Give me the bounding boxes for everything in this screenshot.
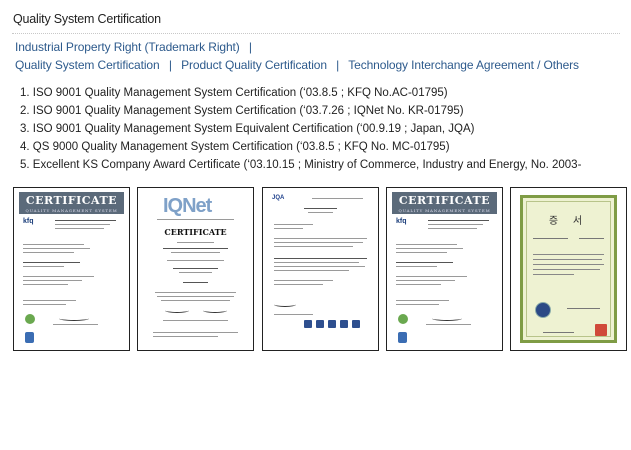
certificate-banner-title: CERTIFICATE	[25, 194, 118, 207]
kfq-logo: kfq	[396, 218, 407, 225]
signature-icon	[274, 302, 296, 307]
kab-seal-icon	[398, 314, 408, 324]
official-stamp-icon	[595, 324, 607, 336]
nav-link-industrial-property[interactable]: Industrial Property Right (Trademark Rig…	[15, 40, 240, 54]
nav-link-technology-interchange[interactable]: Technology Interchange Agreement / Other…	[348, 58, 579, 72]
accreditation-mark-icon	[304, 320, 312, 328]
certificate-image: CERTIFICATE QUALITY MANAGEMENT SYSTEM kf…	[392, 192, 497, 346]
certificate-banner: CERTIFICATE QUALITY MANAGEMENT SYSTEM	[392, 192, 497, 214]
list-item: 5. Excellent KS Company Award Certificat…	[20, 159, 582, 171]
jqa-logo: JQA	[272, 195, 285, 201]
page-title: Quality System Certification	[13, 12, 161, 26]
certificate-banner: CERTIFICATE QUALITY MANAGEMENT SYSTEM	[19, 192, 124, 214]
ks-emblem-icon	[535, 302, 551, 318]
certificate-banner-subtitle: QUALITY MANAGEMENT SYSTEM	[398, 208, 491, 213]
iqnet-certificate-heading: CERTIFICATE	[164, 227, 227, 237]
certificate-thumbnail-iqnet[interactable]: IQNet CERTIFICATE	[137, 187, 254, 351]
certificate-thumbnail-kfq-iso9001[interactable]: CERTIFICATE QUALITY MANAGEMENT SYSTEM kf…	[13, 187, 130, 351]
kab-seal-icon	[25, 314, 35, 324]
certificate-thumbnail-jqa[interactable]: JQA	[262, 187, 379, 351]
kab-mark-icon	[25, 332, 34, 343]
certificate-banner-subtitle: QUALITY MANAGEMENT SYSTEM	[25, 208, 118, 213]
list-item: 2. ISO 9001 Quality Management System Ce…	[20, 105, 464, 117]
certificate-thumbnail-ks-award[interactable]: 증 서	[510, 187, 627, 351]
certificate-banner-title: CERTIFICATE	[398, 194, 491, 207]
nav-link-quality-system[interactable]: Quality System Certification	[15, 58, 160, 72]
kfq-logo: kfq	[23, 218, 34, 225]
signature-icon	[203, 308, 227, 313]
accreditation-mark-icon	[328, 320, 336, 328]
nav-row-1: Industrial Property Right (Trademark Rig…	[15, 40, 258, 54]
certificate-image: IQNet CERTIFICATE	[143, 192, 248, 346]
certificate-image: CERTIFICATE QUALITY MANAGEMENT SYSTEM kf…	[19, 192, 124, 346]
nav-separator: |	[248, 40, 252, 54]
nav-row-2: Quality System Certification | Product Q…	[15, 58, 579, 72]
certificate-thumbnail-kfq-qs9000[interactable]: CERTIFICATE QUALITY MANAGEMENT SYSTEM kf…	[386, 187, 503, 351]
signature-icon	[165, 308, 189, 313]
list-item: 4. QS 9000 Quality Management System Cer…	[20, 141, 450, 153]
accreditation-mark-icon	[340, 320, 348, 328]
certificate-heading: 증 서	[548, 216, 589, 227]
nav-separator: |	[336, 58, 340, 72]
certification-list: 1. ISO 9001 Quality Management System Ce…	[20, 84, 626, 174]
title-divider	[12, 33, 620, 34]
nav-separator: |	[168, 58, 172, 72]
certificate-image: 증 서	[520, 195, 617, 343]
accreditation-mark-icon	[352, 320, 360, 328]
iqnet-logo: IQNet	[163, 195, 212, 217]
list-item: 3. ISO 9001 Quality Management System Eq…	[20, 123, 475, 135]
list-item: 1. ISO 9001 Quality Management System Ce…	[20, 87, 448, 99]
signature-icon	[432, 316, 462, 321]
accreditation-mark-icon	[316, 320, 324, 328]
certificate-image: JQA	[268, 192, 373, 346]
nav-link-product-quality[interactable]: Product Quality Certification	[181, 58, 327, 72]
kab-mark-icon	[398, 332, 407, 343]
certificate-thumbnails: CERTIFICATE QUALITY MANAGEMENT SYSTEM kf…	[13, 187, 627, 353]
signature-icon	[59, 316, 89, 321]
